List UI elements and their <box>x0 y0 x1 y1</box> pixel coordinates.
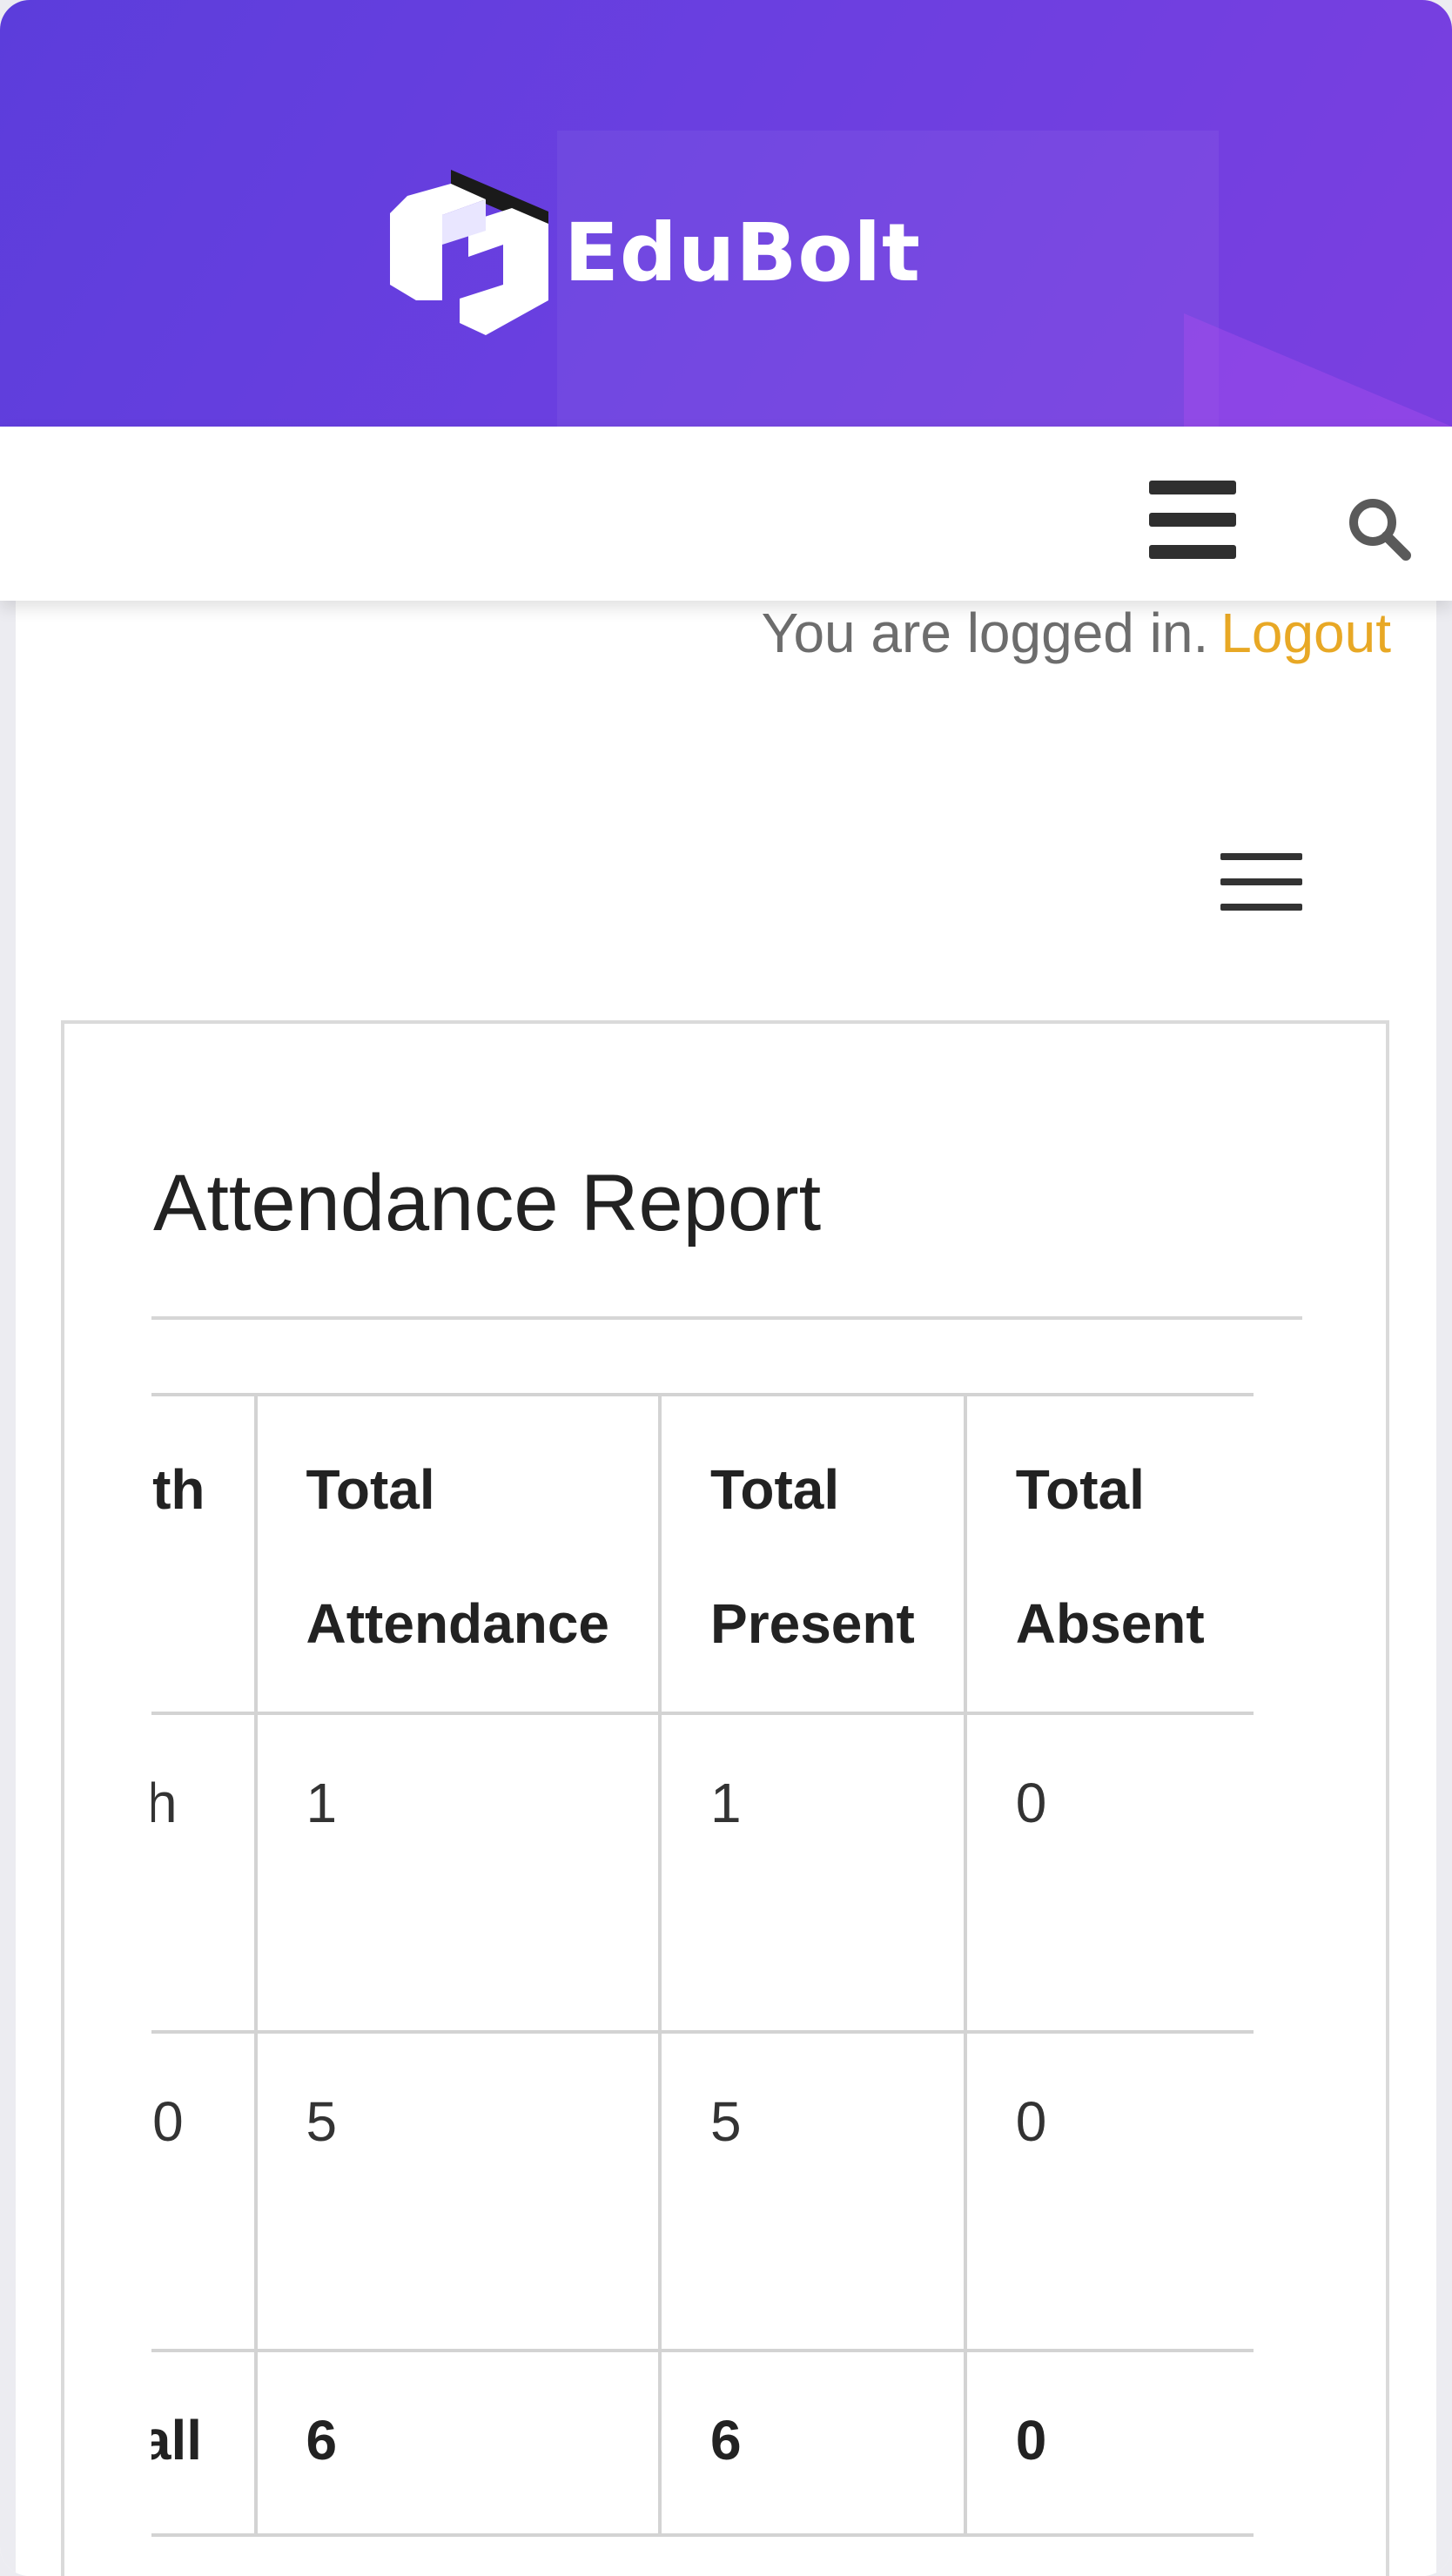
table-row: · 0 5 5 0 <box>151 2030 1254 2352</box>
table-cell: 1 <box>658 1712 967 2034</box>
page-gutter-left <box>0 601 16 2576</box>
page-gutter-right <box>1436 601 1452 2576</box>
hamburger-line <box>1220 904 1302 911</box>
hamburger-line <box>1220 853 1302 860</box>
table-cell: 6 <box>658 2349 967 2537</box>
table-cell: · 0 <box>151 2030 258 2352</box>
column-header: nth <box>151 1393 258 1715</box>
table-cell: 5 <box>658 2030 967 2352</box>
column-header: Total Absent <box>963 1393 1254 1715</box>
column-header: Total Attendance <box>253 1393 662 1715</box>
hamburger-icon[interactable] <box>1149 481 1236 559</box>
table-cell: 1 <box>253 1712 662 2034</box>
edubolt-logo[interactable]: EduBolt <box>390 170 921 335</box>
page-title: Attendance Report <box>153 1159 822 1248</box>
search-icon[interactable] <box>1345 494 1415 564</box>
table-total-row: rall 6 6 0 <box>151 2349 1254 2537</box>
attendance-table: nth Total Attendance Total Present Total… <box>151 1393 1254 2537</box>
brand-name: EduBolt <box>564 205 922 299</box>
edubolt-logo-icon <box>390 170 548 335</box>
column-header: Total Present <box>658 1393 967 1715</box>
app-frame: EduBolt You are logged in. Logout Attenda… <box>0 0 1452 2576</box>
hamburger-line <box>1149 513 1236 527</box>
header-decoration-accent <box>1184 313 1452 427</box>
table-cell: 0 <box>963 2030 1254 2352</box>
title-divider <box>151 1316 1302 1320</box>
table-cell: 5 <box>253 2030 662 2352</box>
table-cell: 0 <box>963 2349 1254 2537</box>
brand-header: EduBolt <box>0 0 1452 427</box>
hamburger-line <box>1149 481 1236 494</box>
hamburger-line <box>1220 878 1302 885</box>
logout-link[interactable]: Logout <box>1220 602 1391 664</box>
table-row: ch 1 1 1 0 <box>151 1712 1254 2034</box>
hamburger-line <box>1149 545 1236 559</box>
table-cell: 6 <box>253 2349 662 2537</box>
table-cell: rall <box>151 2349 258 2537</box>
table-cell: 0 <box>963 1712 1254 2034</box>
content-hamburger-icon[interactable] <box>1220 853 1302 911</box>
table-cell: ch 1 <box>151 1712 258 2034</box>
login-status-text: You are logged in. <box>761 602 1209 664</box>
nav-bar <box>0 427 1452 601</box>
login-status: You are logged in. Logout <box>762 601 1391 665</box>
report-table-scroll[interactable]: nth Total Attendance Total Present Total… <box>151 1393 1302 2542</box>
table-header-row: nth Total Attendance Total Present Total… <box>151 1393 1254 1715</box>
